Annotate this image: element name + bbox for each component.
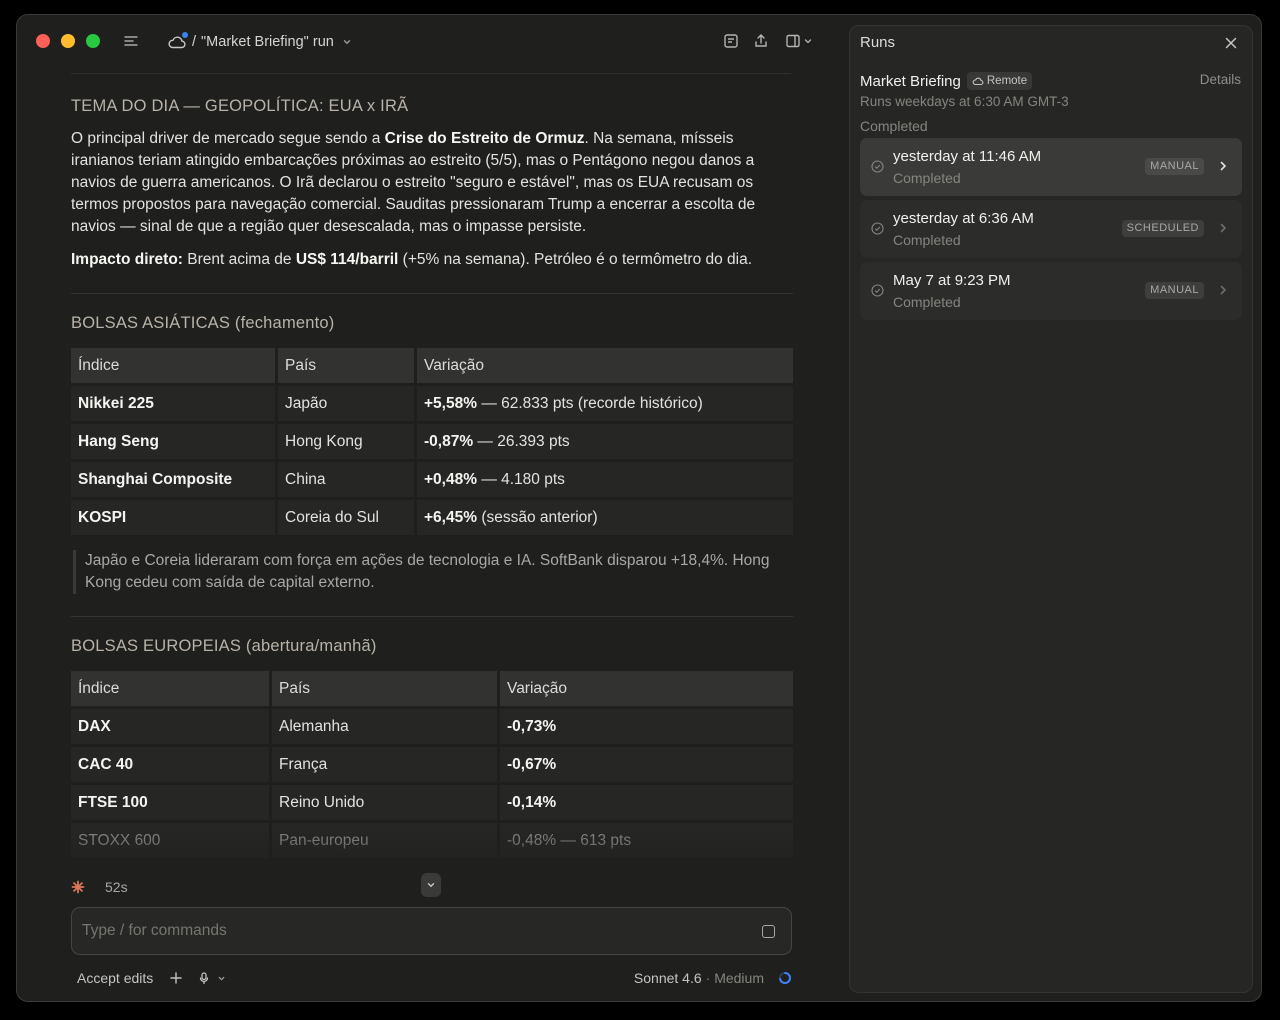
table-row: CAC 40 França -0,67% [71, 747, 793, 782]
panel-layout-icon[interactable] [785, 33, 801, 49]
spark-icon [71, 880, 85, 894]
run-time: yesterday at 11:46 AM [893, 148, 1042, 165]
generation-status: 52s [71, 877, 128, 897]
chevron-right-icon [1220, 223, 1227, 233]
message-composer[interactable] [71, 907, 792, 955]
chevron-down-icon[interactable] [217, 974, 226, 983]
breadcrumb[interactable]: / "Market Briefing" run [167, 31, 352, 53]
section-heading-europe: BOLSAS EUROPEIAS (abertura/manhã) [71, 637, 377, 655]
title-bar: / "Market Briefing" run [17, 15, 847, 69]
cloud-icon [167, 32, 188, 50]
effort-level[interactable]: · Medium [706, 970, 764, 986]
check-circle-icon [871, 284, 884, 297]
europe-table: Índice País Variação DAX Alemanha -0,73%… [71, 668, 793, 861]
table-row: KOSPI Coreia do Sul +6,45% (sessão anter… [71, 500, 793, 535]
accept-edits-button[interactable]: Accept edits [77, 970, 153, 986]
run-title[interactable]: "Market Briefing" run [201, 34, 334, 50]
elapsed-time: 52s [105, 879, 128, 895]
zoom-window-button[interactable] [86, 34, 100, 48]
run-state: Completed [893, 232, 961, 248]
run-state: Completed [893, 294, 961, 310]
close-icon[interactable] [1224, 36, 1238, 50]
runs-panel: Runs Market Briefing Remote Details Runs… [849, 25, 1253, 993]
run-state: Completed [893, 170, 961, 186]
run-item[interactable]: May 7 at 9:23 PM Completed MANUAL [860, 262, 1242, 320]
check-circle-icon [871, 160, 884, 173]
section-divider [71, 616, 793, 617]
remote-badge: Remote [966, 72, 1033, 90]
table-row: FTSE 100 Reino Unido -0,14% [71, 785, 793, 820]
chevron-right-icon [1220, 285, 1227, 295]
impact-paragraph: Impacto direto: Brent acima de US$ 114/b… [71, 251, 753, 268]
app-window: / "Market Briefing" run TEMA DO DIA — GE… [16, 14, 1262, 1002]
trigger-badge: MANUAL [1145, 158, 1204, 175]
message-content: TEMA DO DIA — GEOPOLÍTICA: EUA x IRÃ O p… [71, 73, 793, 873]
column-header: País [272, 671, 497, 706]
schedule-header: Market Briefing Remote [860, 72, 1033, 90]
scroll-to-bottom-button[interactable] [421, 873, 441, 897]
schedule-description: Runs weekdays at 6:30 AM GMT-3 [860, 94, 1069, 109]
table-row: Nikkei 225 Japão +5,58% — 62.833 pts (re… [71, 386, 793, 421]
cloud-icon [972, 77, 984, 86]
plus-icon[interactable] [169, 971, 183, 985]
asia-table: Índice País Variação Nikkei 225 Japão +5… [71, 345, 793, 538]
sidebar-toggle-icon[interactable] [123, 33, 139, 49]
trigger-badge: MANUAL [1145, 282, 1204, 299]
chevron-down-icon[interactable] [342, 37, 352, 47]
table-header-row: Índice País Variação [71, 671, 793, 706]
group-label: Completed [860, 118, 928, 134]
asia-blockquote: Japão e Coreia lideraram com força em aç… [73, 550, 793, 594]
chevron-down-icon[interactable] [803, 33, 813, 49]
panel-title: Runs [860, 34, 896, 51]
run-item[interactable]: yesterday at 6:36 AM Completed SCHEDULED [860, 200, 1242, 258]
breadcrumb-separator: / [192, 34, 197, 50]
column-header: Índice [71, 671, 269, 706]
minimize-window-button[interactable] [61, 34, 75, 48]
composer-footer: Accept edits Sonnet 4.6 · Medium [77, 967, 792, 989]
table-row: STOXX 600 Pan-europeu -0,48% — 613 pts [71, 823, 793, 858]
prompt-input[interactable] [82, 920, 732, 942]
details-link[interactable]: Details [1200, 72, 1241, 87]
run-time: yesterday at 6:36 AM [893, 210, 1034, 227]
column-header: Variação [417, 348, 793, 383]
tema-paragraph: O principal driver de mercado segue send… [71, 130, 756, 235]
microphone-icon[interactable] [197, 971, 211, 985]
schedule-name: Market Briefing [860, 72, 961, 90]
chevron-right-icon [1220, 161, 1227, 171]
table-header-row: Índice País Variação [71, 348, 793, 383]
section-heading-asia: BOLSAS ASIÁTICAS (fechamento) [71, 314, 335, 332]
run-item[interactable]: yesterday at 11:46 AM Completed MANUAL [860, 138, 1242, 196]
section-divider [71, 293, 793, 294]
column-header: Índice [71, 348, 275, 383]
table-row: Hang Seng Hong Kong -0,87% — 26.393 pts [71, 424, 793, 459]
notes-icon[interactable] [723, 33, 739, 49]
check-circle-icon [871, 222, 884, 235]
chevron-down-icon [427, 883, 435, 888]
table-row: DAX Alemanha -0,73% [71, 709, 793, 744]
model-selector[interactable]: Sonnet 4.6 [634, 970, 702, 986]
status-dot [182, 32, 188, 38]
column-header: País [278, 348, 414, 383]
table-row: Shanghai Composite China +0,48% — 4.180 … [71, 462, 793, 497]
loading-spinner-icon [779, 972, 791, 984]
share-icon[interactable] [753, 33, 769, 49]
trigger-badge: SCHEDULED [1121, 220, 1204, 237]
section-heading-tema: TEMA DO DIA — GEOPOLÍTICA: EUA x IRÃ [71, 97, 409, 115]
stop-button[interactable] [762, 925, 775, 938]
close-window-button[interactable] [36, 34, 50, 48]
run-time: May 7 at 9:23 PM [893, 272, 1011, 289]
column-header: Variação [500, 671, 793, 706]
